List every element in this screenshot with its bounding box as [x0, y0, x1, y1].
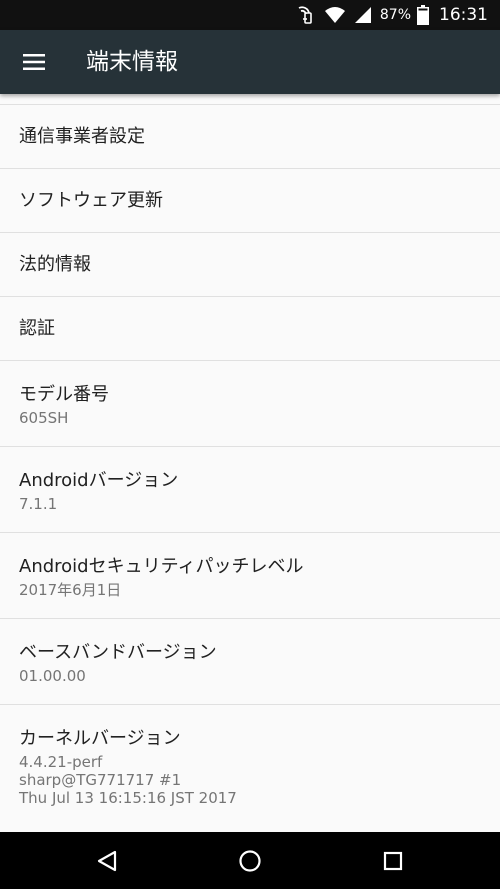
list-top-divider	[0, 94, 500, 105]
carrier-settings-title: 通信事業者設定	[19, 126, 145, 147]
baseband-version-title: ベースバンドバージョン	[19, 642, 217, 663]
legal-info-title: 法的情報	[19, 254, 91, 275]
android-version-item[interactable]: Androidバージョン 7.1.1	[0, 447, 500, 533]
kernel-version-title: カーネルバージョン	[19, 728, 181, 749]
baseband-version-value: 01.00.00	[19, 667, 86, 685]
battery-icon	[417, 5, 429, 25]
model-number-title: モデル番号	[19, 384, 109, 405]
home-icon[interactable]	[220, 832, 280, 889]
kernel-version-value: 4.4.21-perf sharp@TG771717 #1 Thu Jul 13…	[19, 753, 500, 807]
android-version-value: 7.1.1	[19, 495, 58, 513]
status-bar: 87% 16:31	[0, 0, 500, 30]
android-version-title: Androidバージョン	[19, 470, 179, 491]
status-clock: 16:31	[439, 5, 488, 25]
kernel-date-line: Thu Jul 13 16:15:16 JST 2017	[19, 789, 237, 807]
menu-icon[interactable]	[10, 38, 58, 86]
software-update-title: ソフトウェア更新	[19, 190, 163, 211]
signal-icon	[354, 6, 372, 24]
status-icons: 87% 16:31	[294, 0, 488, 30]
navigation-bar	[0, 832, 500, 889]
app-bar: 端末情報	[0, 30, 500, 94]
battery-percent: 87%	[379, 7, 411, 23]
carrier-settings-item[interactable]: 通信事業者設定	[0, 105, 500, 169]
baseband-version-item[interactable]: ベースバンドバージョン 01.00.00	[0, 619, 500, 705]
recents-icon[interactable]	[363, 832, 423, 889]
kernel-version-line: 4.4.21-perf	[19, 753, 103, 771]
nfc-icon	[294, 5, 316, 25]
certification-item[interactable]: 認証	[0, 297, 500, 361]
kernel-build-line: sharp@TG771717 #1	[19, 771, 182, 789]
security-patch-item[interactable]: Androidセキュリティパッチレベル 2017年6月1日	[0, 533, 500, 619]
software-update-item[interactable]: ソフトウェア更新	[0, 169, 500, 233]
wifi-icon	[324, 6, 346, 24]
settings-list: 通信事業者設定 ソフトウェア更新 法的情報 認証 モデル番号 605SH And…	[0, 94, 500, 821]
legal-info-item[interactable]: 法的情報	[0, 233, 500, 297]
page-title: 端末情報	[86, 49, 178, 75]
model-number-item[interactable]: モデル番号 605SH	[0, 361, 500, 447]
kernel-version-item[interactable]: カーネルバージョン 4.4.21-perf sharp@TG771717 #1 …	[0, 705, 500, 821]
certification-title: 認証	[19, 318, 55, 339]
security-patch-value: 2017年6月1日	[19, 581, 122, 599]
back-icon[interactable]	[77, 832, 137, 889]
security-patch-title: Androidセキュリティパッチレベル	[19, 556, 304, 577]
model-number-value: 605SH	[19, 409, 69, 427]
device-info-screen: 87% 16:31 端末情報 通信事業者設定 ソフトウェア更新 法的情報 認証 …	[0, 0, 500, 889]
